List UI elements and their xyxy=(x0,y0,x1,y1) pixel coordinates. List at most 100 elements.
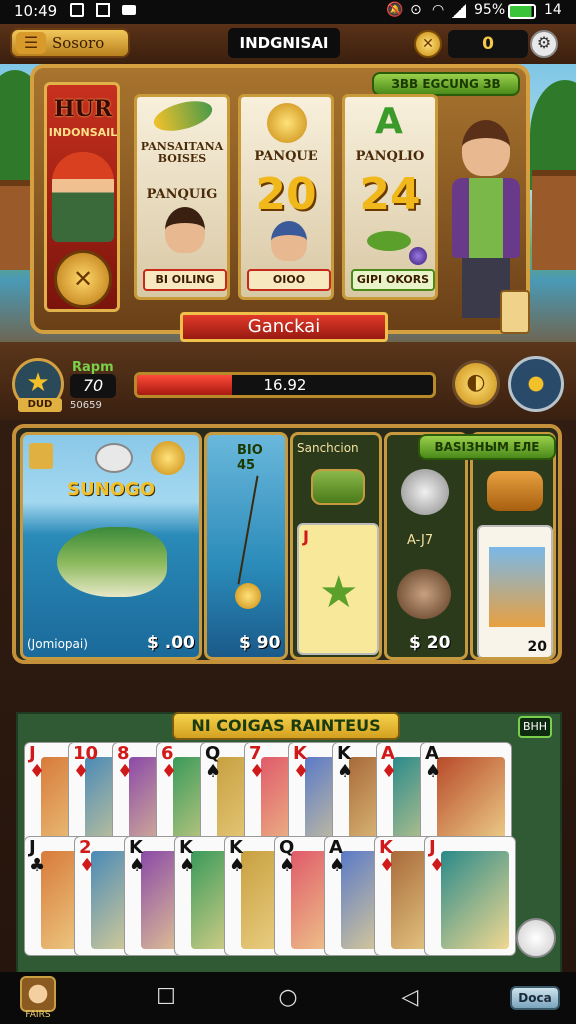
lure-icon xyxy=(235,583,261,609)
reel-1-title: PANSAITANA BOISES xyxy=(140,140,224,165)
card-suit-icon: ♦ xyxy=(249,761,266,782)
profile-avatar[interactable] xyxy=(20,976,56,1012)
coin-shop-button[interactable]: ◐ xyxy=(452,360,500,408)
card-suit-icon: ♠ xyxy=(129,855,146,876)
shop-item-card[interactable]: 20 xyxy=(470,432,556,660)
shop-item-chest[interactable]: Sanchcion J ★ xyxy=(290,432,382,660)
card-suit-icon: ♦ xyxy=(293,761,310,782)
reel-3[interactable]: A PANQLIO 24 GIPI OKORS xyxy=(342,94,438,300)
dice-icon[interactable] xyxy=(516,918,556,958)
fish-icon xyxy=(150,97,216,137)
shop-item-pots[interactable]: A-J7 $ 20 xyxy=(384,432,468,660)
card-rank: J xyxy=(303,527,309,546)
shop-item-chest-title: Sanchcion xyxy=(297,441,359,455)
letter-a-icon: A xyxy=(375,101,403,142)
wheel-button[interactable] xyxy=(508,356,564,412)
card-suit-icon: ♠ xyxy=(179,855,196,876)
signal-icon xyxy=(452,4,466,18)
reel-2-value: 20 xyxy=(255,169,317,220)
shop-item-pots-title: A-J7 xyxy=(407,533,434,548)
card-suit-icon: ♦ xyxy=(117,761,134,782)
coin-icon: ✕ xyxy=(414,30,442,58)
status-extra: 14 xyxy=(544,2,562,18)
medal-icon: ✕ xyxy=(54,250,112,308)
card-suit-icon: ♦ xyxy=(429,855,446,876)
badge-icon xyxy=(29,443,53,469)
reel-1[interactable]: PANSAITANA BOISES PANQUIG BI OILING xyxy=(134,94,230,300)
reel-3-pill: GIPI OKORS xyxy=(351,269,435,291)
clay-pot-icon xyxy=(397,569,451,619)
progress-bar: 16.92 xyxy=(134,372,436,398)
back-icon[interactable]: ◁ xyxy=(396,984,424,1012)
card-suit-icon: ♦ xyxy=(161,761,178,782)
reel-3-title: PANQLIO xyxy=(355,149,425,164)
reel-3-value: 24 xyxy=(359,169,421,220)
shop-item-fish-caption: (Jomiopai) xyxy=(27,637,88,651)
bottom-row-card[interactable]: J ♦ xyxy=(424,836,516,956)
green-gem-icon xyxy=(367,231,411,251)
shop-item-fish-price: $ .00 xyxy=(147,633,195,653)
card-suit-icon: ♦ xyxy=(73,761,90,782)
logo-subtitle: INDONSAIL xyxy=(48,126,118,139)
tuna-fish-icon xyxy=(57,527,167,597)
battery-percent: 95% xyxy=(474,2,506,18)
grid-icon xyxy=(96,3,110,17)
game-screen: 10:49 🔕 ⊙ ◠ 95% 14 ☰ Sosoro INDGNISAI ✕ … xyxy=(0,0,576,1024)
shop-item-pots-price: $ 20 xyxy=(409,633,451,653)
settings-gear-icon[interactable]: ⚙ xyxy=(530,30,558,58)
gallery-icon xyxy=(70,3,84,17)
chest-icon xyxy=(311,469,365,505)
recent-apps-icon[interactable]: ☐ xyxy=(152,984,180,1012)
status-bar: 10:49 🔕 ⊙ ◠ 95% 14 xyxy=(0,0,576,24)
coin-icon-small xyxy=(151,441,185,475)
gold-coin-icon xyxy=(267,103,307,143)
hero-card: 20 xyxy=(477,525,553,657)
coin-balance: 0 xyxy=(448,30,528,58)
shop-item-fish-title: SUNOGO xyxy=(66,479,156,500)
club-label: DUD xyxy=(18,398,62,412)
woman-portrait xyxy=(165,207,205,253)
green-star-icon: ★ xyxy=(319,567,359,618)
man-portrait xyxy=(271,221,307,261)
rapm-label: Rapm xyxy=(72,360,114,375)
barrel-icon xyxy=(487,471,543,511)
card-suit-icon: ♦ xyxy=(381,761,398,782)
skull-pot-icon xyxy=(401,469,449,515)
fishing-line xyxy=(237,475,259,585)
card-suit-icon: ♠ xyxy=(229,855,246,876)
shop-item-rod-title: BIO 45 xyxy=(237,443,263,473)
status-time: 10:49 xyxy=(14,2,58,20)
fish-bubble-icon xyxy=(95,443,133,473)
card-suit-icon: ♦ xyxy=(79,855,96,876)
shop-item-fish[interactable]: SUNOGO (Jomiopai) $ .00 xyxy=(20,432,202,660)
card-suit-icon: ♠ xyxy=(329,855,346,876)
hamburger-icon: ☰ xyxy=(16,32,46,54)
game-title: INDGNISAI xyxy=(228,28,340,58)
dock-button[interactable]: Doca xyxy=(510,986,560,1010)
shop-header-pill: BASIЗНЫМ ЕЛЕ xyxy=(418,434,556,460)
purple-orb-icon xyxy=(409,247,427,265)
profile-label: FAIRS xyxy=(25,1010,51,1020)
reel-2[interactable]: PANQUE 20 OIOO xyxy=(238,94,334,300)
reel-1-pill: BI OILING xyxy=(143,269,227,291)
card-suit-icon: ♦ xyxy=(379,855,396,876)
wifi-icon: ◠ xyxy=(432,2,445,18)
battery-icon xyxy=(508,4,536,19)
message-icon xyxy=(122,5,136,15)
card-suit-icon: ♠ xyxy=(279,855,296,876)
hostess-face xyxy=(462,120,510,176)
fisherman-character xyxy=(52,152,114,242)
hostess-body xyxy=(452,178,520,258)
table-chip[interactable]: BHH xyxy=(518,716,552,738)
logo-title: HUR xyxy=(53,96,113,122)
menu-button[interactable]: ☰ Sosoro xyxy=(10,28,130,58)
star-card: J ★ xyxy=(297,523,379,655)
card-suit-icon: ♣ xyxy=(29,855,46,876)
home-icon[interactable]: ○ xyxy=(274,984,302,1012)
progress-value: 16.92 xyxy=(263,376,307,394)
table-title: NI COIGAS RAINTEUS xyxy=(172,712,400,740)
play-button[interactable]: Ganckai xyxy=(180,312,388,342)
shop-item-card-price: 20 xyxy=(527,639,547,655)
shop-item-rod[interactable]: BIO 45 $ 90 xyxy=(204,432,288,660)
mute-icon: 🔕 xyxy=(386,2,404,18)
